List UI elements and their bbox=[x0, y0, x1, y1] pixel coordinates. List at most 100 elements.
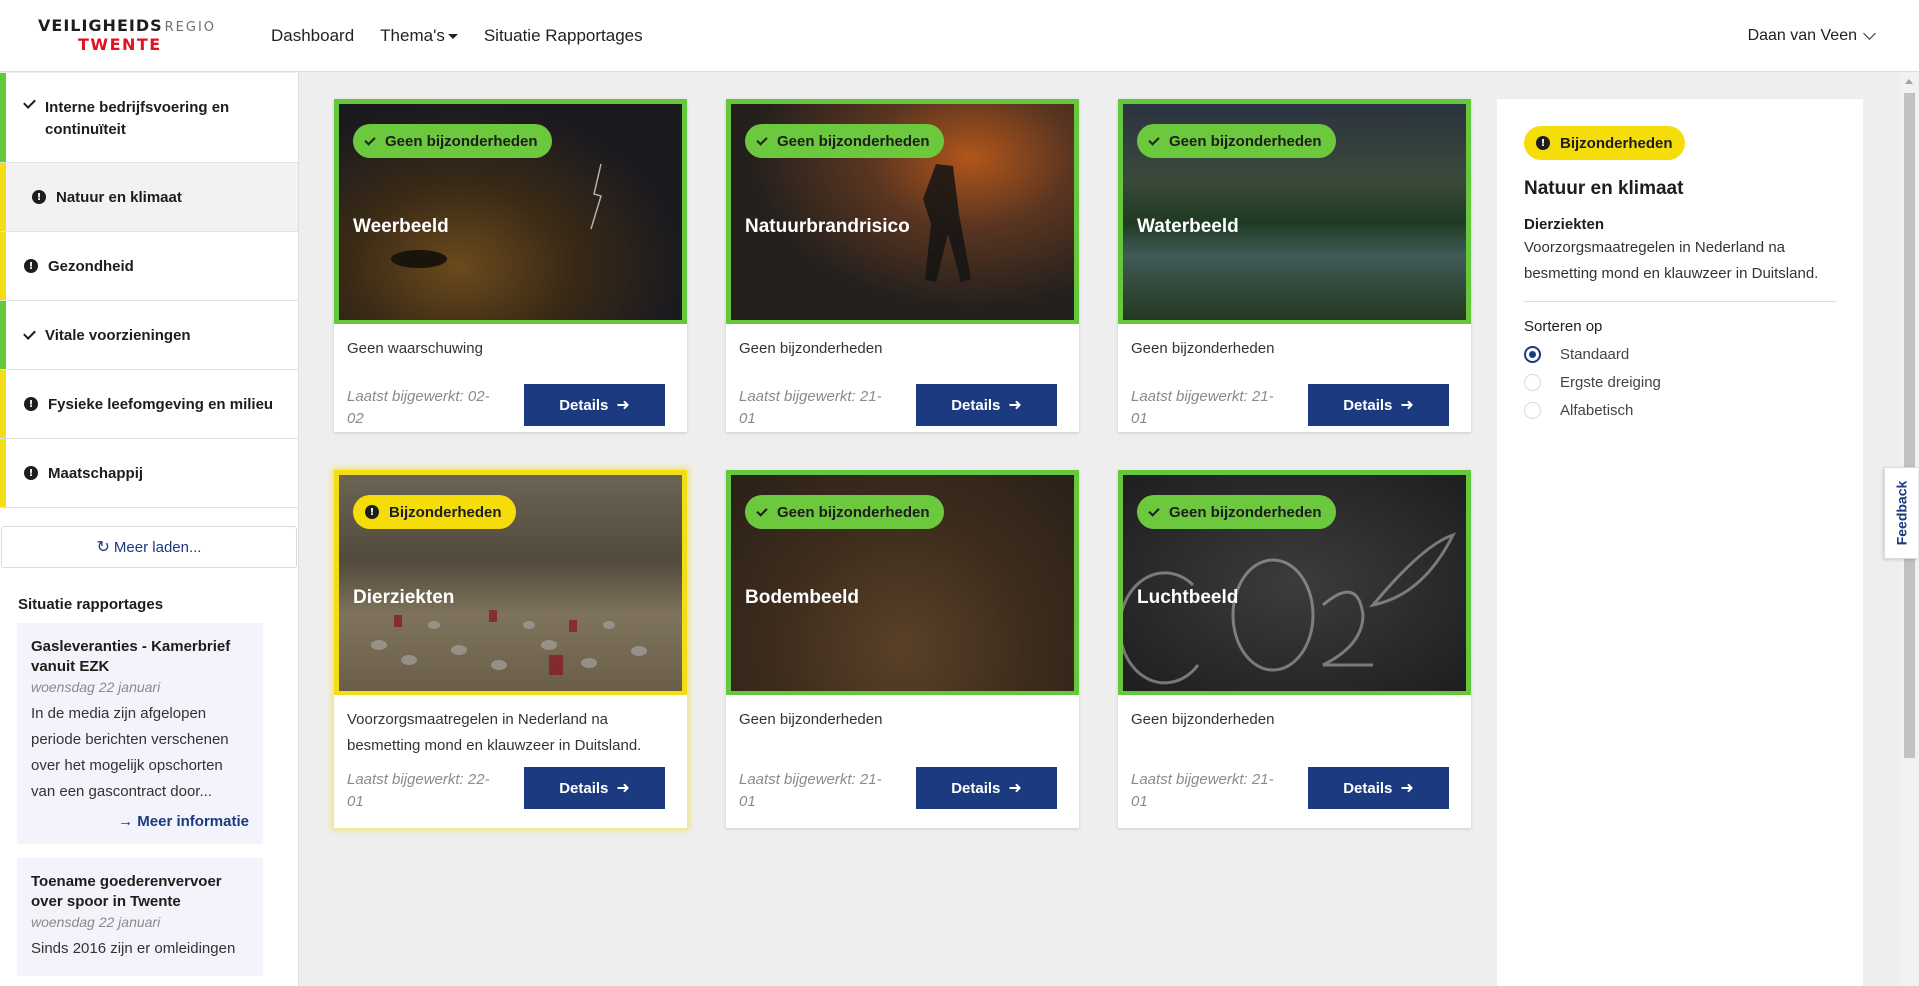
top-bar: VEILIGHEIDS REGIO TWENTE Dashboard Thema'… bbox=[0, 0, 1919, 72]
sidebar-item-label: Fysieke leefomgeving en milieu bbox=[48, 395, 274, 413]
details-label: Details bbox=[1343, 396, 1393, 414]
logo-line-1-suffix: REGIO bbox=[164, 20, 217, 35]
card-title: Waterbeeld bbox=[1137, 216, 1239, 237]
sidebar-item-gezondheid[interactable]: ! Gezondheid bbox=[0, 232, 298, 301]
card-title: Weerbeeld bbox=[353, 216, 449, 237]
chevron-down-icon bbox=[1863, 27, 1876, 40]
details-button[interactable]: Details ➜ bbox=[524, 767, 665, 809]
panel-title: Natuur en klimaat bbox=[1524, 178, 1684, 199]
user-name: Daan van Veen bbox=[1747, 27, 1857, 44]
nav-dashboard[interactable]: Dashboard bbox=[271, 26, 354, 46]
feedback-label: Feedback bbox=[1893, 480, 1910, 546]
card-image: Geen bijzonderheden Luchtbeeld bbox=[1118, 470, 1471, 695]
status-bar bbox=[0, 439, 6, 507]
sidebar-item-fysieke-leefomgeving[interactable]: ! Fysieke leefomgeving en milieu bbox=[0, 370, 298, 439]
sort-label: Sorteren op bbox=[1524, 318, 1603, 335]
card-description: Geen bijzonderheden bbox=[1131, 711, 1275, 728]
user-menu[interactable]: Daan van Veen bbox=[1747, 0, 1876, 72]
theme-card-bodembeeld[interactable]: Geen bijzonderheden Bodembeeld Geen bijz… bbox=[726, 470, 1079, 828]
radio-selected-icon bbox=[1524, 345, 1541, 363]
status-bar bbox=[0, 232, 6, 300]
card-image: ! Bijzonderheden Dierziekten bbox=[334, 470, 687, 695]
details-button[interactable]: Details ➜ bbox=[916, 767, 1057, 809]
exclamation-icon: ! bbox=[24, 259, 38, 273]
status-badge: ! Bijzonderheden bbox=[1524, 126, 1685, 160]
card-image: Geen bijzonderheden Waterbeeld bbox=[1118, 99, 1471, 324]
card-description: Geen waarschuwing bbox=[347, 340, 483, 357]
status-badge: Geen bijzonderheden bbox=[353, 124, 552, 158]
report-title: Toename goederenvervoer over spoor in Tw… bbox=[31, 873, 222, 910]
exclamation-icon: ! bbox=[32, 190, 46, 204]
sidebar-item-interne-bedrijfsvoering[interactable]: Interne bedrijfsvoering en continuïteit bbox=[0, 73, 298, 163]
scrollbar-thumb[interactable] bbox=[1904, 93, 1915, 758]
report-card[interactable]: Gasleveranties - Kamerbrief vanuit EZK w… bbox=[17, 623, 263, 844]
sort-option-standaard[interactable]: Standaard bbox=[1524, 343, 1836, 365]
more-info-label: Meer informatie bbox=[137, 813, 249, 830]
arrow-right-icon: ➜ bbox=[1400, 780, 1414, 797]
sidebar-item-maatschappij[interactable]: ! Maatschappij bbox=[0, 439, 298, 508]
nav-themas[interactable]: Thema's bbox=[380, 26, 458, 46]
arrow-right-icon: ➜ bbox=[1008, 397, 1022, 414]
details-label: Details bbox=[559, 779, 609, 797]
last-updated: Laatst bijgewerkt: 21-01 bbox=[739, 771, 882, 810]
arrow-right-icon: ➜ bbox=[616, 780, 630, 797]
report-title: Gasleveranties - Kamerbrief vanuit EZK bbox=[31, 638, 231, 675]
sidebar-item-vitale-voorzieningen[interactable]: Vitale voorzieningen bbox=[0, 301, 298, 370]
more-info-link[interactable]: → Meer informatie bbox=[31, 813, 249, 830]
card-description: Geen bijzonderheden bbox=[739, 340, 883, 357]
card-image: Geen bijzonderheden Natuurbrandrisico bbox=[726, 99, 1079, 324]
status-badge: ! Bijzonderheden bbox=[353, 495, 516, 529]
details-button[interactable]: Details ➜ bbox=[524, 384, 665, 426]
check-icon bbox=[23, 326, 36, 340]
status-bar bbox=[0, 301, 6, 369]
sidebar-item-label: Vitale voorzieningen bbox=[45, 326, 191, 344]
status-badge: Geen bijzonderheden bbox=[745, 124, 944, 158]
sort-option-label: Ergste dreiging bbox=[1560, 373, 1661, 391]
details-button[interactable]: Details ➜ bbox=[1308, 767, 1449, 809]
feedback-tab[interactable]: Feedback bbox=[1884, 467, 1918, 559]
badge-label: Geen bijzonderheden bbox=[1169, 132, 1322, 150]
main-nav: Dashboard Thema's Situatie Rapportages bbox=[271, 0, 669, 72]
check-icon bbox=[364, 133, 376, 146]
load-more-button[interactable]: ↻ Meer laden... bbox=[1, 526, 297, 568]
sort-option-label: Standaard bbox=[1560, 345, 1630, 363]
theme-card-waterbeeld[interactable]: Geen bijzonderheden Waterbeeld Geen bijz… bbox=[1118, 99, 1471, 432]
badge-label: Geen bijzonderheden bbox=[777, 503, 930, 521]
sort-option-alfabetisch[interactable]: Alfabetisch bbox=[1524, 399, 1836, 421]
card-description: Geen bijzonderheden bbox=[1131, 340, 1275, 357]
detail-panel: ! Bijzonderheden Natuur en klimaat Dierzi… bbox=[1497, 99, 1863, 986]
caret-down-icon bbox=[447, 33, 458, 39]
radio-icon bbox=[1524, 401, 1541, 419]
logo-line-2: TWENTE bbox=[78, 35, 162, 54]
badge-label: Geen bijzonderheden bbox=[777, 132, 930, 150]
details-label: Details bbox=[951, 779, 1001, 797]
sidebar-item-label: Maatschappij bbox=[48, 464, 144, 482]
sort-option-ergste-dreiging[interactable]: Ergste dreiging bbox=[1524, 371, 1836, 393]
arrow-right-icon: → bbox=[118, 813, 138, 830]
card-image: Geen bijzonderheden Bodembeeld bbox=[726, 470, 1079, 695]
report-card[interactable]: Toename goederenvervoer over spoor in Tw… bbox=[17, 858, 263, 976]
theme-card-luchtbeeld[interactable]: Geen bijzonderheden Luchtbeeld Geen bijz… bbox=[1118, 470, 1471, 828]
status-bar bbox=[0, 73, 6, 162]
report-date: woensdag 22 januari bbox=[31, 679, 161, 695]
theme-card-natuurbrandrisico[interactable]: Geen bijzonderheden Natuurbrandrisico Ge… bbox=[726, 99, 1079, 432]
refresh-icon: ↻ bbox=[96, 539, 110, 556]
details-label: Details bbox=[559, 396, 609, 414]
arrow-right-icon: ➜ bbox=[1008, 780, 1022, 797]
details-button[interactable]: Details ➜ bbox=[916, 384, 1057, 426]
sidebar-item-label: Gezondheid bbox=[48, 257, 134, 275]
theme-card-weerbeeld[interactable]: Geen bijzonderheden Weerbeeld Geen waars… bbox=[334, 99, 687, 432]
nav-situatie-rapportages[interactable]: Situatie Rapportages bbox=[484, 26, 643, 46]
scroll-up-icon[interactable] bbox=[1905, 79, 1913, 84]
panel-text: Voorzorgsmaatregelen in Nederland na bes… bbox=[1524, 239, 1819, 282]
status-bar bbox=[0, 370, 6, 438]
theme-card-dierziekten[interactable]: ! Bijzonderheden Dierziekten Voorzorgsmaa… bbox=[334, 470, 687, 828]
details-button[interactable]: Details ➜ bbox=[1308, 384, 1449, 426]
sidebar-item-natuur-en-klimaat[interactable]: ! Natuur en klimaat bbox=[0, 163, 298, 232]
status-badge: Geen bijzonderheden bbox=[1137, 124, 1336, 158]
status-badge: Geen bijzonderheden bbox=[745, 495, 944, 529]
exclamation-icon: ! bbox=[1536, 136, 1550, 150]
logo[interactable]: VEILIGHEIDS REGIO TWENTE bbox=[38, 18, 238, 54]
panel-subtitle: Dierziekten bbox=[1524, 216, 1605, 233]
reports-heading: Situatie rapportages bbox=[18, 596, 164, 613]
